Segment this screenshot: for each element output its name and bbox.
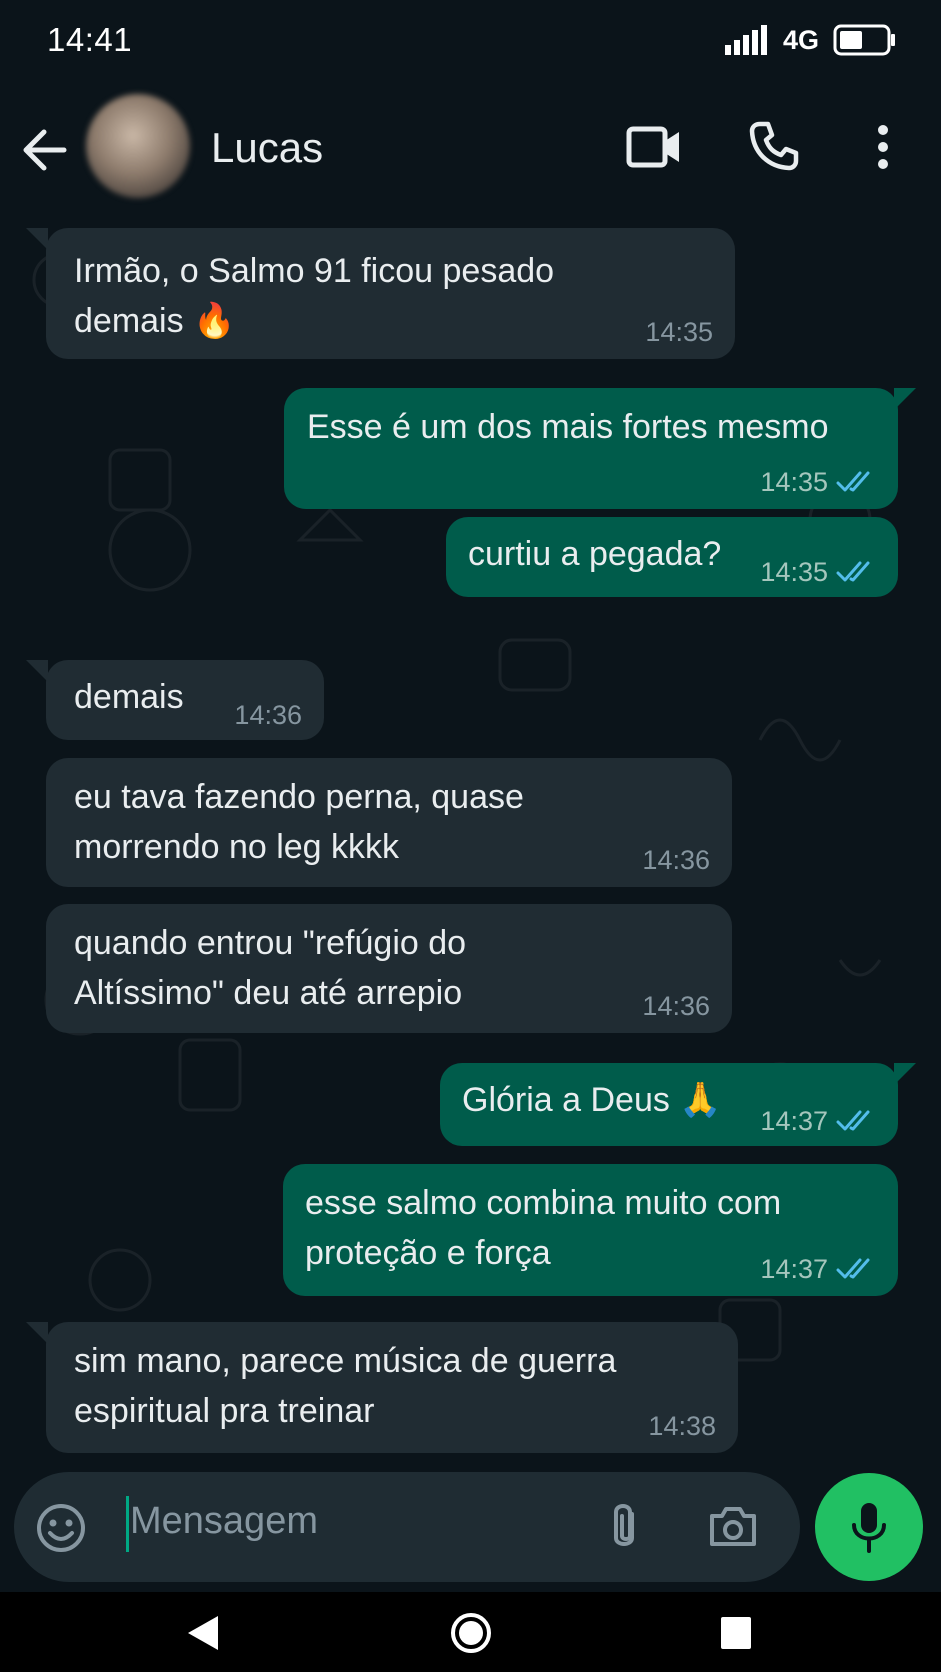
- message-incoming[interactable]: quando entrou "refúgio do Altíssimo" deu…: [46, 904, 732, 1033]
- attach-icon[interactable]: [606, 1500, 642, 1554]
- message-line: esse salmo combina muito com: [305, 1184, 782, 1222]
- more-options-icon[interactable]: [872, 124, 894, 170]
- message-time: 14:36: [642, 991, 710, 1021]
- message-outgoing[interactable]: esse salmo combina muito com proteção e …: [283, 1164, 898, 1296]
- message-meta: 14:36: [642, 845, 710, 875]
- message-line: espiritual pra treinar: [74, 1392, 375, 1430]
- message-line: eu tava fazendo perna, quase: [74, 778, 524, 816]
- message-meta: 14:35: [760, 557, 876, 587]
- status-time: 14:41: [47, 21, 133, 58]
- message-line: sim mano, parece música de guerra: [74, 1342, 617, 1380]
- microphone-icon: [852, 1503, 886, 1553]
- text-caret: [126, 1496, 129, 1552]
- back-arrow-icon[interactable]: [20, 124, 68, 176]
- signal-icon: [724, 25, 767, 55]
- message-outgoing[interactable]: curtiu a pegada? 14:35: [446, 517, 898, 597]
- message-text: sim mano, parece música de guerra espiri…: [74, 1336, 616, 1436]
- message-line: proteção e força: [305, 1234, 551, 1272]
- message-line: quando entrou "refúgio do: [74, 924, 467, 962]
- message-outgoing[interactable]: Esse é um dos mais fortes mesmo 14:35: [284, 388, 898, 509]
- read-receipt-icon: [836, 471, 870, 492]
- message-time: 14:35: [760, 557, 828, 587]
- message-text: Glória a Deus 🙏: [462, 1075, 722, 1125]
- network-type: 4G: [782, 24, 819, 55]
- message-time: 14:35: [645, 317, 713, 347]
- message-time: 14:38: [648, 1411, 716, 1441]
- message-text: Esse é um dos mais fortes mesmo: [307, 402, 829, 452]
- message-line: morrendo no leg kkkk: [74, 828, 400, 866]
- message-text: quando entrou "refúgio do Altíssimo" deu…: [74, 918, 466, 1018]
- read-receipt-icon: [836, 1110, 870, 1131]
- status-indicators: 4G: [724, 24, 897, 56]
- message-line: curtiu a pegada?: [468, 535, 722, 573]
- message-meta: 14:36: [234, 700, 302, 730]
- bubble-tail: [26, 1322, 48, 1344]
- contact-name[interactable]: Lucas: [211, 124, 323, 172]
- message-incoming[interactable]: Irmão, o Salmo 91 ficou pesado demais 🔥 …: [46, 228, 735, 359]
- message-meta: 14:37: [760, 1254, 876, 1284]
- message-line: Irmão, o Salmo 91 ficou pesado: [74, 252, 555, 290]
- message-input[interactable]: Mensagem: [130, 1500, 318, 1543]
- message-text: curtiu a pegada?: [468, 529, 721, 579]
- message-time: 14:36: [642, 845, 710, 875]
- voice-message-button[interactable]: [815, 1473, 923, 1581]
- message-meta: 14:36: [642, 991, 710, 1021]
- bubble-tail: [26, 660, 48, 682]
- message-time: 14:35: [760, 467, 828, 497]
- contact-avatar[interactable]: [86, 94, 190, 198]
- message-incoming[interactable]: demais 14:36: [46, 660, 324, 740]
- message-line: demais: [74, 678, 184, 716]
- read-receipt-icon: [836, 561, 870, 582]
- chat-area[interactable]: Irmão, o Salmo 91 ficou pesado demais 🔥 …: [0, 220, 941, 1470]
- message-meta: 14:37: [760, 1106, 876, 1136]
- message-outgoing[interactable]: Glória a Deus 🙏 14:37: [440, 1063, 898, 1146]
- camera-icon[interactable]: [708, 1504, 758, 1548]
- message-text: demais: [74, 672, 184, 722]
- nav-back-icon[interactable]: [186, 1614, 220, 1652]
- read-receipt-icon: [836, 1258, 870, 1279]
- chat-header: Lucas: [0, 80, 941, 220]
- message-line: demais 🔥: [74, 302, 236, 340]
- message-line: Altíssimo" deu até arrepio: [74, 974, 463, 1012]
- message-time: 14:37: [760, 1254, 828, 1284]
- voice-call-icon[interactable]: [748, 120, 800, 172]
- system-navigation-bar: [0, 1592, 941, 1672]
- message-incoming[interactable]: sim mano, parece música de guerra espiri…: [46, 1322, 738, 1453]
- message-incoming[interactable]: eu tava fazendo perna, quase morrendo no…: [46, 758, 732, 887]
- message-meta: 14:35: [645, 317, 713, 347]
- message-composer[interactable]: Mensagem: [14, 1472, 800, 1582]
- battery-icon: [833, 24, 895, 56]
- emoji-icon[interactable]: [36, 1503, 86, 1553]
- nav-recents-icon[interactable]: [720, 1616, 752, 1650]
- nav-home-icon[interactable]: [450, 1612, 492, 1654]
- message-time: 14:36: [234, 700, 302, 730]
- message-text: Irmão, o Salmo 91 ficou pesado demais 🔥: [74, 246, 554, 346]
- message-line: Glória a Deus 🙏: [462, 1081, 722, 1119]
- video-call-icon[interactable]: [626, 124, 682, 170]
- status-bar: 14:41 4G: [0, 0, 941, 80]
- message-text: esse salmo combina muito com proteção e …: [305, 1178, 781, 1278]
- message-meta: 14:35: [760, 467, 876, 497]
- message-text: eu tava fazendo perna, quase morrendo no…: [74, 772, 524, 872]
- message-line: Esse é um dos mais fortes mesmo: [307, 408, 829, 446]
- bubble-tail: [26, 228, 48, 250]
- message-time: 14:37: [760, 1106, 828, 1136]
- message-meta: 14:38: [648, 1411, 716, 1441]
